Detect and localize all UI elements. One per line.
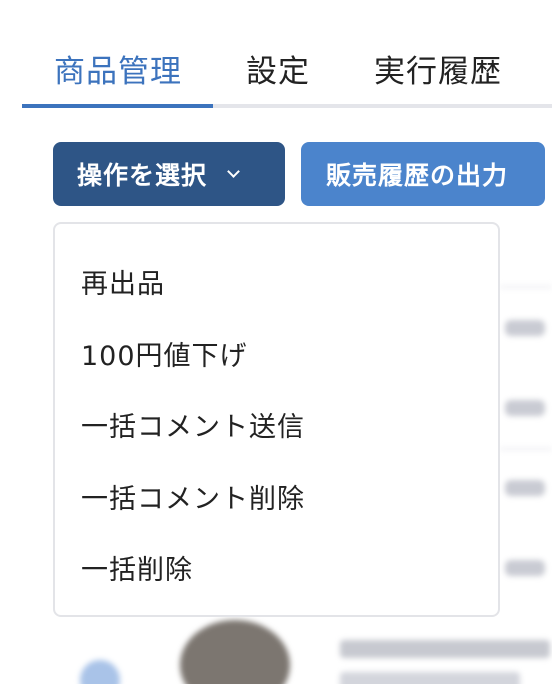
list-item [505, 400, 545, 416]
list-item [505, 560, 545, 576]
menu-item-relist[interactable]: 再出品 [81, 262, 165, 301]
action-dropdown-menu: 再出品 100円値下げ 一括コメント送信 一括コメント削除 一括削除 [53, 222, 500, 617]
export-sales-history-button[interactable]: 販売履歴の出力 [301, 142, 545, 206]
menu-item-bulk-comment-delete[interactable]: 一括コメント削除 [81, 477, 305, 516]
tab-execution-history[interactable]: 実行履歴 [374, 46, 502, 91]
list-divider [500, 448, 552, 450]
list-item [505, 320, 545, 336]
product-thumbnail [180, 620, 290, 684]
tab-product-management[interactable]: 商品管理 [54, 46, 182, 91]
list-item [340, 640, 550, 658]
select-action-button[interactable]: 操作を選択 [53, 142, 285, 206]
chevron-down-icon [227, 164, 240, 178]
menu-item-bulk-delete[interactable]: 一括削除 [81, 548, 193, 587]
tab-settings[interactable]: 設定 [246, 46, 310, 91]
export-sales-history-label: 販売履歴の出力 [326, 161, 509, 190]
list-item [505, 480, 545, 496]
avatar [80, 660, 120, 684]
select-action-label: 操作を選択 [77, 161, 208, 190]
tab-bar: 商品管理 設定 実行履歴 [22, 0, 552, 110]
menu-item-bulk-comment-send[interactable]: 一括コメント送信 [81, 405, 305, 444]
menu-item-price-down-100[interactable]: 100円値下げ [81, 334, 248, 373]
list-item [340, 672, 520, 684]
active-tab-indicator [22, 104, 213, 108]
list-divider [500, 286, 552, 288]
